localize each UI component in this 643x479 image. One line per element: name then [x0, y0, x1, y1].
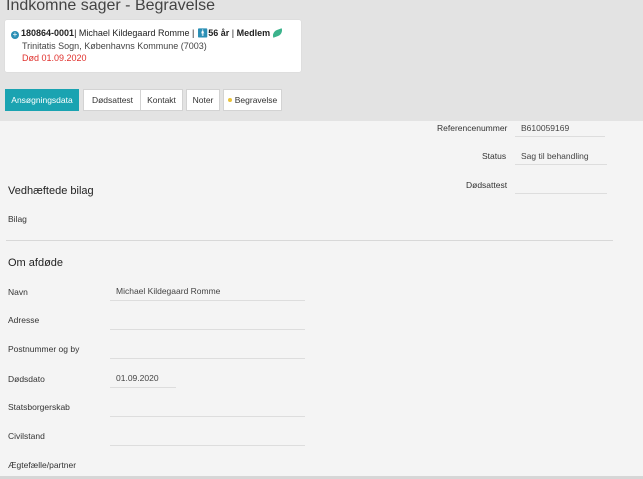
case-id: 180864-0001 [21, 28, 75, 38]
status-value: Sag til behandling [515, 151, 607, 165]
person-summary: +180864-0001| Michael Kildegaard Romme |… [11, 28, 284, 39]
civil-status-field[interactable] [110, 430, 305, 446]
death-note: Død 01.09.2020 [22, 53, 87, 63]
death-date-label: Dødsdato [8, 374, 45, 384]
dot-icon [227, 98, 232, 102]
plus-circle-icon[interactable]: + [11, 31, 19, 39]
postal-label: Postnummer og by [8, 344, 80, 354]
person-card: +180864-0001| Michael Kildegaard Romme |… [5, 20, 301, 72]
certificate-label: Dødsattest [466, 180, 508, 190]
deceased-title: Om afdøde [8, 257, 64, 269]
status-label: Status [482, 151, 507, 161]
page-title: Indkomne sager - Begravelse [6, 0, 215, 14]
parish-info: Trinitatis Sogn, Københavns Kommune (700… [22, 41, 207, 51]
address-label: Adresse [8, 315, 40, 325]
attachments-title: Vedhæftede bilag [8, 185, 94, 197]
reference-value: B610059169 [515, 123, 605, 137]
tab-noter[interactable]: Noter [186, 89, 220, 111]
name-field[interactable]: Michael Kildegaard Romme [110, 286, 305, 301]
person-age: 56 år [208, 28, 230, 38]
membership-status: Medlem [236, 28, 271, 38]
tab-begravelse[interactable]: Begravelse [223, 89, 282, 111]
address-field[interactable] [110, 314, 305, 330]
postal-field[interactable] [110, 343, 305, 359]
spouse-label: Ægtefælle/partner [8, 460, 77, 470]
reference-label: Referencenummer [437, 123, 508, 133]
leaf-icon [271, 28, 284, 38]
death-date-field[interactable]: 01.09.2020 [110, 373, 176, 388]
civil-status-label: Civilstand [8, 431, 45, 441]
tab-doedsattest[interactable]: Dødsattest [83, 89, 142, 111]
tab-kontakt[interactable]: Kontakt [140, 89, 183, 111]
page-header: Indkomne sager - Begravelse +180864-0001… [0, 0, 643, 121]
citizenship-label: Statsborgerskab [8, 402, 70, 412]
section-divider [6, 240, 613, 241]
person-name: Michael Kildegaard Romme [78, 28, 190, 38]
citizenship-field[interactable] [110, 401, 305, 417]
name-label: Navn [8, 287, 28, 297]
tab-begravelse-label: Begravelse [234, 95, 278, 105]
tab-ansoegningsdata[interactable]: Ansøgningsdata [5, 89, 79, 111]
bilag-label: Bilag [8, 214, 27, 224]
certificate-value[interactable] [515, 180, 607, 194]
person-icon: 🚹︎ [196, 28, 209, 38]
